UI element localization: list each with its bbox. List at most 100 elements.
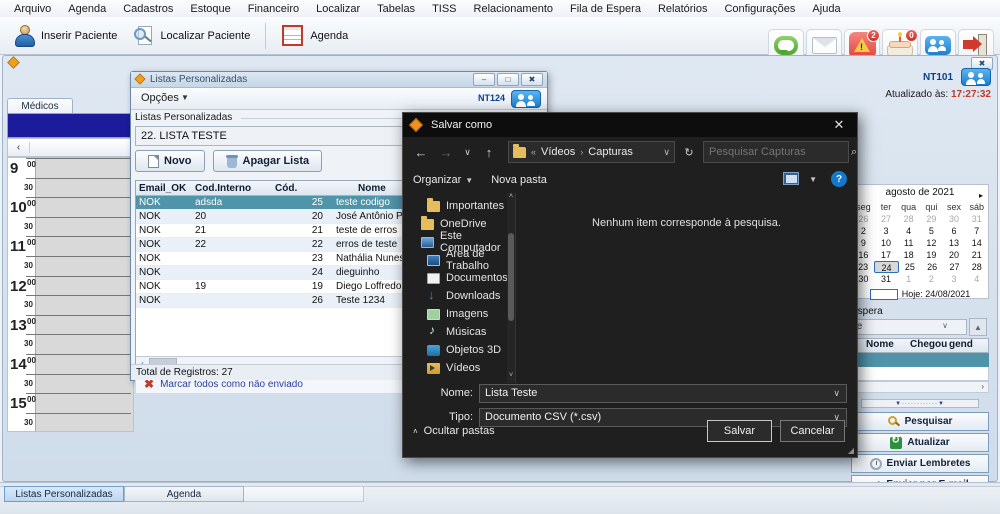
close-icon[interactable]: ✕ [821, 113, 857, 137]
calendar-day[interactable]: 6 [943, 225, 966, 237]
breadcrumb[interactable]: « Vídeos › Capturas ∨ [508, 141, 675, 163]
menu-item-estoque[interactable]: Estoque [190, 3, 230, 15]
calendar-day[interactable]: 14 [965, 237, 988, 249]
calendar-day[interactable]: 31 [965, 213, 988, 225]
find-patient-button[interactable]: Localizar Paciente [125, 22, 258, 50]
refresh-button[interactable]: Atualizar [851, 433, 989, 452]
breadcrumb-parent[interactable]: Vídeos [541, 146, 575, 158]
schedule-slot[interactable]: 30 [8, 334, 133, 354]
calendar-next-icon[interactable]: ▸ [979, 188, 983, 204]
schedule-slot[interactable]: 1100 [8, 236, 133, 256]
sidebar-item-imagens[interactable]: Imagens [403, 305, 515, 323]
tab-medicos[interactable]: Médicos [7, 98, 73, 113]
sidebar-scroll-thumb[interactable] [508, 233, 514, 321]
file-list-area[interactable]: Nenhum item corresponde à pesquisa. [516, 193, 857, 383]
month-calendar[interactable]: agosto de 2021 ▸ segterquaquisexsáb26272… [851, 184, 989, 299]
forward-icon[interactable]: → [436, 142, 456, 162]
refresh-icon[interactable]: ↻ [680, 146, 698, 159]
sidebar-item-documentos[interactable]: Documentos [403, 269, 515, 287]
calendar-day[interactable]: 10 [875, 237, 898, 249]
calendar-day[interactable]: 5 [920, 225, 943, 237]
agenda-button[interactable]: Agenda [273, 22, 356, 50]
menu-item-agenda[interactable]: Agenda [68, 3, 106, 15]
listas-close-button[interactable]: ✖ [521, 73, 543, 86]
sidebar-scroll-down-icon[interactable]: ˅ [507, 372, 515, 383]
menu-item-tabelas[interactable]: Tabelas [377, 3, 415, 15]
help-icon[interactable]: ? [831, 171, 847, 187]
options-menu-label[interactable]: Opções [141, 92, 179, 104]
new-folder-button[interactable]: Nova pasta [491, 174, 547, 186]
calendar-day[interactable]: 4 [965, 273, 988, 285]
options-caret-icon[interactable]: ▼ [181, 93, 189, 102]
search-box[interactable]: ⌕ [703, 141, 849, 163]
waiting-collapse-button[interactable]: ▲ [969, 318, 987, 336]
schedule-slot[interactable]: 30 [8, 374, 133, 394]
schedule-slot[interactable]: 30 [8, 178, 133, 198]
menu-item-relat-rios[interactable]: Relatórios [658, 3, 708, 15]
schedule-slot[interactable]: 900 [8, 158, 133, 178]
calendar-day[interactable]: 27 [875, 213, 898, 225]
calendar-day[interactable]: 1 [897, 273, 920, 285]
breadcrumb-current[interactable]: Capturas [588, 146, 633, 158]
calendar-day[interactable]: 20 [943, 249, 966, 261]
menu-item-localizar[interactable]: Localizar [316, 3, 360, 15]
calendar-day[interactable]: 11 [897, 237, 920, 249]
recent-locations-icon[interactable]: ∨ [461, 142, 474, 162]
menu-item-configura-es[interactable]: Configurações [724, 3, 795, 15]
search-button[interactable]: Pesquisar [851, 412, 989, 431]
schedule-slot[interactable]: 1200 [8, 276, 133, 296]
schedule-time-grid[interactable]: 9003010003011003012003013003014003015003… [7, 157, 134, 432]
search-icon[interactable]: ⌕ [851, 146, 857, 159]
sidebar-item-importantes[interactable]: Importantes [403, 197, 515, 215]
cancel-button[interactable]: Cancelar [780, 420, 845, 442]
calendar-day[interactable]: 13 [943, 237, 966, 249]
taskbar-tab-agenda[interactable]: Agenda [124, 486, 244, 502]
sidebar-scroll-up-icon[interactable]: ˄ [507, 193, 515, 204]
calendar-day[interactable]: 4 [897, 225, 920, 237]
calendar-day-selected[interactable]: 24 [874, 261, 898, 273]
sidebar-item-m-sicas[interactable]: Músicas [403, 323, 515, 341]
panel-splitter[interactable]: ▼············▼ [861, 399, 979, 408]
schedule-slot[interactable]: 1300 [8, 315, 133, 335]
schedule-slot[interactable]: 30 [8, 217, 133, 237]
calendar-day[interactable]: 18 [897, 249, 920, 261]
waiting-hscrollbar[interactable]: › [849, 381, 989, 393]
up-icon[interactable]: ↑ [479, 142, 499, 162]
sidebar-scrollbar[interactable]: ˄ ˅ [507, 193, 515, 383]
calendar-day[interactable]: 12 [920, 237, 943, 249]
schedule-slot[interactable]: 30 [8, 413, 133, 432]
waiting-filter-select[interactable]: fe ∨ [849, 319, 967, 335]
delete-list-button[interactable]: Apagar Lista [213, 150, 323, 172]
menu-item-cadastros[interactable]: Cadastros [123, 3, 173, 15]
schedule-slot[interactable]: 30 [8, 295, 133, 315]
calendar-day[interactable]: 26 [921, 261, 943, 273]
calendar-day[interactable]: 3 [943, 273, 966, 285]
sidebar-item-downloads[interactable]: Downloads [403, 287, 515, 305]
calendar-day[interactable]: 19 [920, 249, 943, 261]
menu-item-tiss[interactable]: TISS [432, 3, 456, 15]
save-button[interactable]: Salvar [707, 420, 772, 442]
back-icon[interactable]: ← [411, 142, 431, 162]
schedule-slot[interactable]: 1500 [8, 393, 133, 413]
calendar-day[interactable]: 28 [897, 213, 920, 225]
calendar-day[interactable]: 25 [899, 261, 921, 273]
calendar-day[interactable]: 2 [920, 273, 943, 285]
breadcrumb-chevron-icon[interactable]: ∨ [663, 147, 670, 158]
calendar-day[interactable]: 31 [875, 273, 898, 285]
menu-item-fila-de-espera[interactable]: Fila de Espera [570, 3, 641, 15]
schedule-slot[interactable]: 1400 [8, 354, 133, 374]
schedule-collapse-arrow[interactable]: ‹ [8, 142, 30, 153]
filename-input[interactable]: Lista Teste ∨ [479, 384, 847, 403]
menu-item-relacionamento[interactable]: Relacionamento [474, 3, 554, 15]
sidebar-item--rea-de-trabalho[interactable]: Área de Trabalho [403, 251, 515, 269]
filename-chevron-icon[interactable]: ∨ [833, 388, 840, 399]
insert-patient-button[interactable]: Inserir Paciente [6, 22, 125, 50]
places-sidebar[interactable]: ImportantesOneDriveEste ComputadorÁrea d… [403, 193, 516, 383]
calendar-day[interactable]: 30 [943, 213, 966, 225]
sidebar-item-v-deos[interactable]: Vídeos [403, 359, 515, 377]
calendar-day[interactable]: 21 [965, 249, 988, 261]
calendar-day[interactable]: 29 [920, 213, 943, 225]
search-input[interactable] [709, 146, 851, 158]
menu-item-arquivo[interactable]: Arquivo [14, 3, 51, 15]
send-reminders-button[interactable]: Enviar Lembretes [851, 454, 989, 473]
